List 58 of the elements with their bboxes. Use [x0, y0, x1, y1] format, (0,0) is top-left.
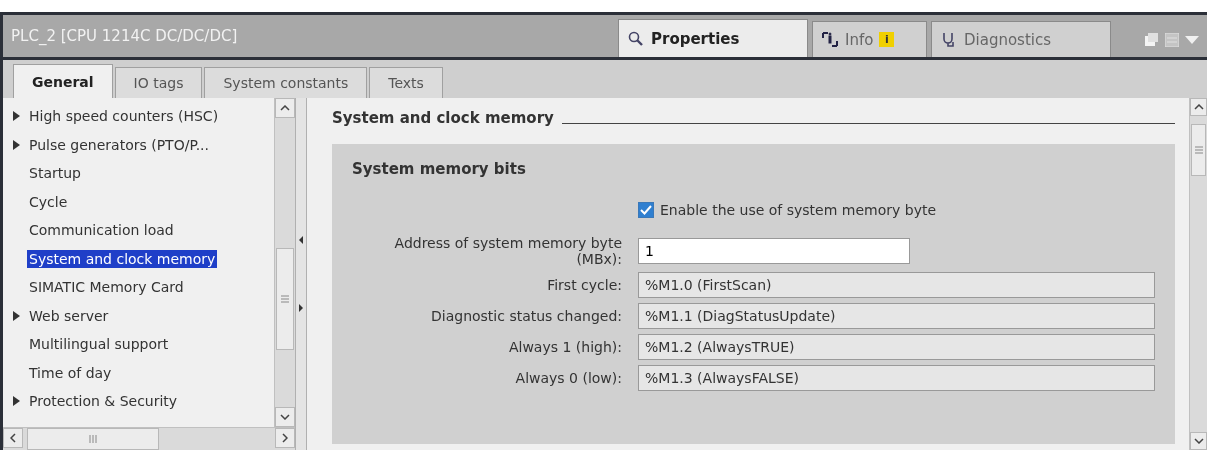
- tab[interactable]: General: [13, 64, 113, 98]
- splitter[interactable]: [296, 98, 307, 450]
- scroll-left-icon: [10, 433, 16, 443]
- nav-item[interactable]: System and clock memory: [3, 244, 274, 273]
- scroll-right-icon: [282, 433, 288, 443]
- caret-icon: [11, 110, 21, 123]
- field-label: Diagnostic status changed:: [430, 308, 622, 324]
- field-label: Always 0 (low):: [514, 370, 622, 386]
- dropdown-icon[interactable]: [1185, 35, 1199, 45]
- tab[interactable]: System constants: [204, 67, 368, 98]
- nav-item[interactable]: Startup: [3, 159, 274, 188]
- scroll-down-icon: [1193, 438, 1204, 444]
- scroll-up-icon: [1193, 104, 1204, 110]
- nav-item[interactable]: Pulse generators (PTO/P...: [3, 130, 274, 159]
- readonly-field: %M1.0 (FirstScan): [638, 272, 1155, 298]
- subsection-title: System memory bits: [352, 160, 527, 178]
- grip-icon: [1194, 146, 1203, 154]
- section-heading: System and clock memory: [332, 109, 554, 127]
- inspector-tab[interactable]: Info i: [812, 21, 927, 57]
- nav-item[interactable]: SIMATIC Memory Card: [3, 273, 274, 302]
- window-title: PLC_2 [CPU 1214C DC/DC/DC]: [10, 27, 239, 45]
- info-arrows-icon: [821, 30, 839, 49]
- inspector-tab[interactable]: Properties: [618, 19, 808, 57]
- list-icon[interactable]: [1165, 33, 1179, 47]
- nav-item[interactable]: Communication load: [3, 216, 274, 245]
- horizontal-scrollbar[interactable]: [3, 427, 295, 450]
- caret-icon: [11, 309, 21, 322]
- info-badge: i: [879, 32, 895, 47]
- checkbox-label: Enable the use of system memory byte: [660, 202, 937, 218]
- nav-item[interactable]: Time of day: [3, 358, 274, 387]
- collapse-left-icon: [299, 236, 303, 244]
- magnifier-icon: [627, 29, 645, 48]
- grip-icon: [89, 435, 97, 443]
- input-field[interactable]: 1: [638, 238, 910, 264]
- scroll-up-icon: [280, 105, 290, 111]
- nav-item[interactable]: High speed counters (HSC): [3, 102, 274, 131]
- readonly-field: %M1.3 (AlwaysFALSE): [638, 365, 1155, 391]
- grip-icon: [281, 295, 289, 303]
- checkbox[interactable]: [638, 202, 654, 218]
- field-label: Address of system memory byte (MBx):: [393, 235, 622, 267]
- readonly-field: %M1.2 (AlwaysTRUE): [638, 334, 1155, 360]
- field-label: Always 1 (high):: [507, 339, 622, 355]
- caret-icon: [11, 395, 21, 408]
- scroll-down-icon: [280, 414, 290, 420]
- nav-item[interactable]: Cycle: [3, 187, 274, 216]
- caret-icon: [11, 138, 21, 151]
- nav-item[interactable]: Multilingual support: [3, 330, 274, 359]
- float-window-icon[interactable]: [1143, 33, 1159, 47]
- inspector-tab[interactable]: Diagnostics: [931, 21, 1111, 57]
- readonly-field: %M1.1 (DiagStatusUpdate): [638, 303, 1155, 329]
- scrollbar[interactable]: [1189, 98, 1207, 450]
- expand-right-icon: [299, 304, 303, 312]
- scrollbar[interactable]: [274, 98, 295, 427]
- tab[interactable]: IO tags: [114, 67, 203, 98]
- nav-item[interactable]: Protection & Security: [3, 387, 274, 416]
- field-label: First cycle:: [546, 277, 622, 293]
- nav-item[interactable]: Web server: [3, 301, 274, 330]
- tab[interactable]: Texts: [369, 67, 443, 98]
